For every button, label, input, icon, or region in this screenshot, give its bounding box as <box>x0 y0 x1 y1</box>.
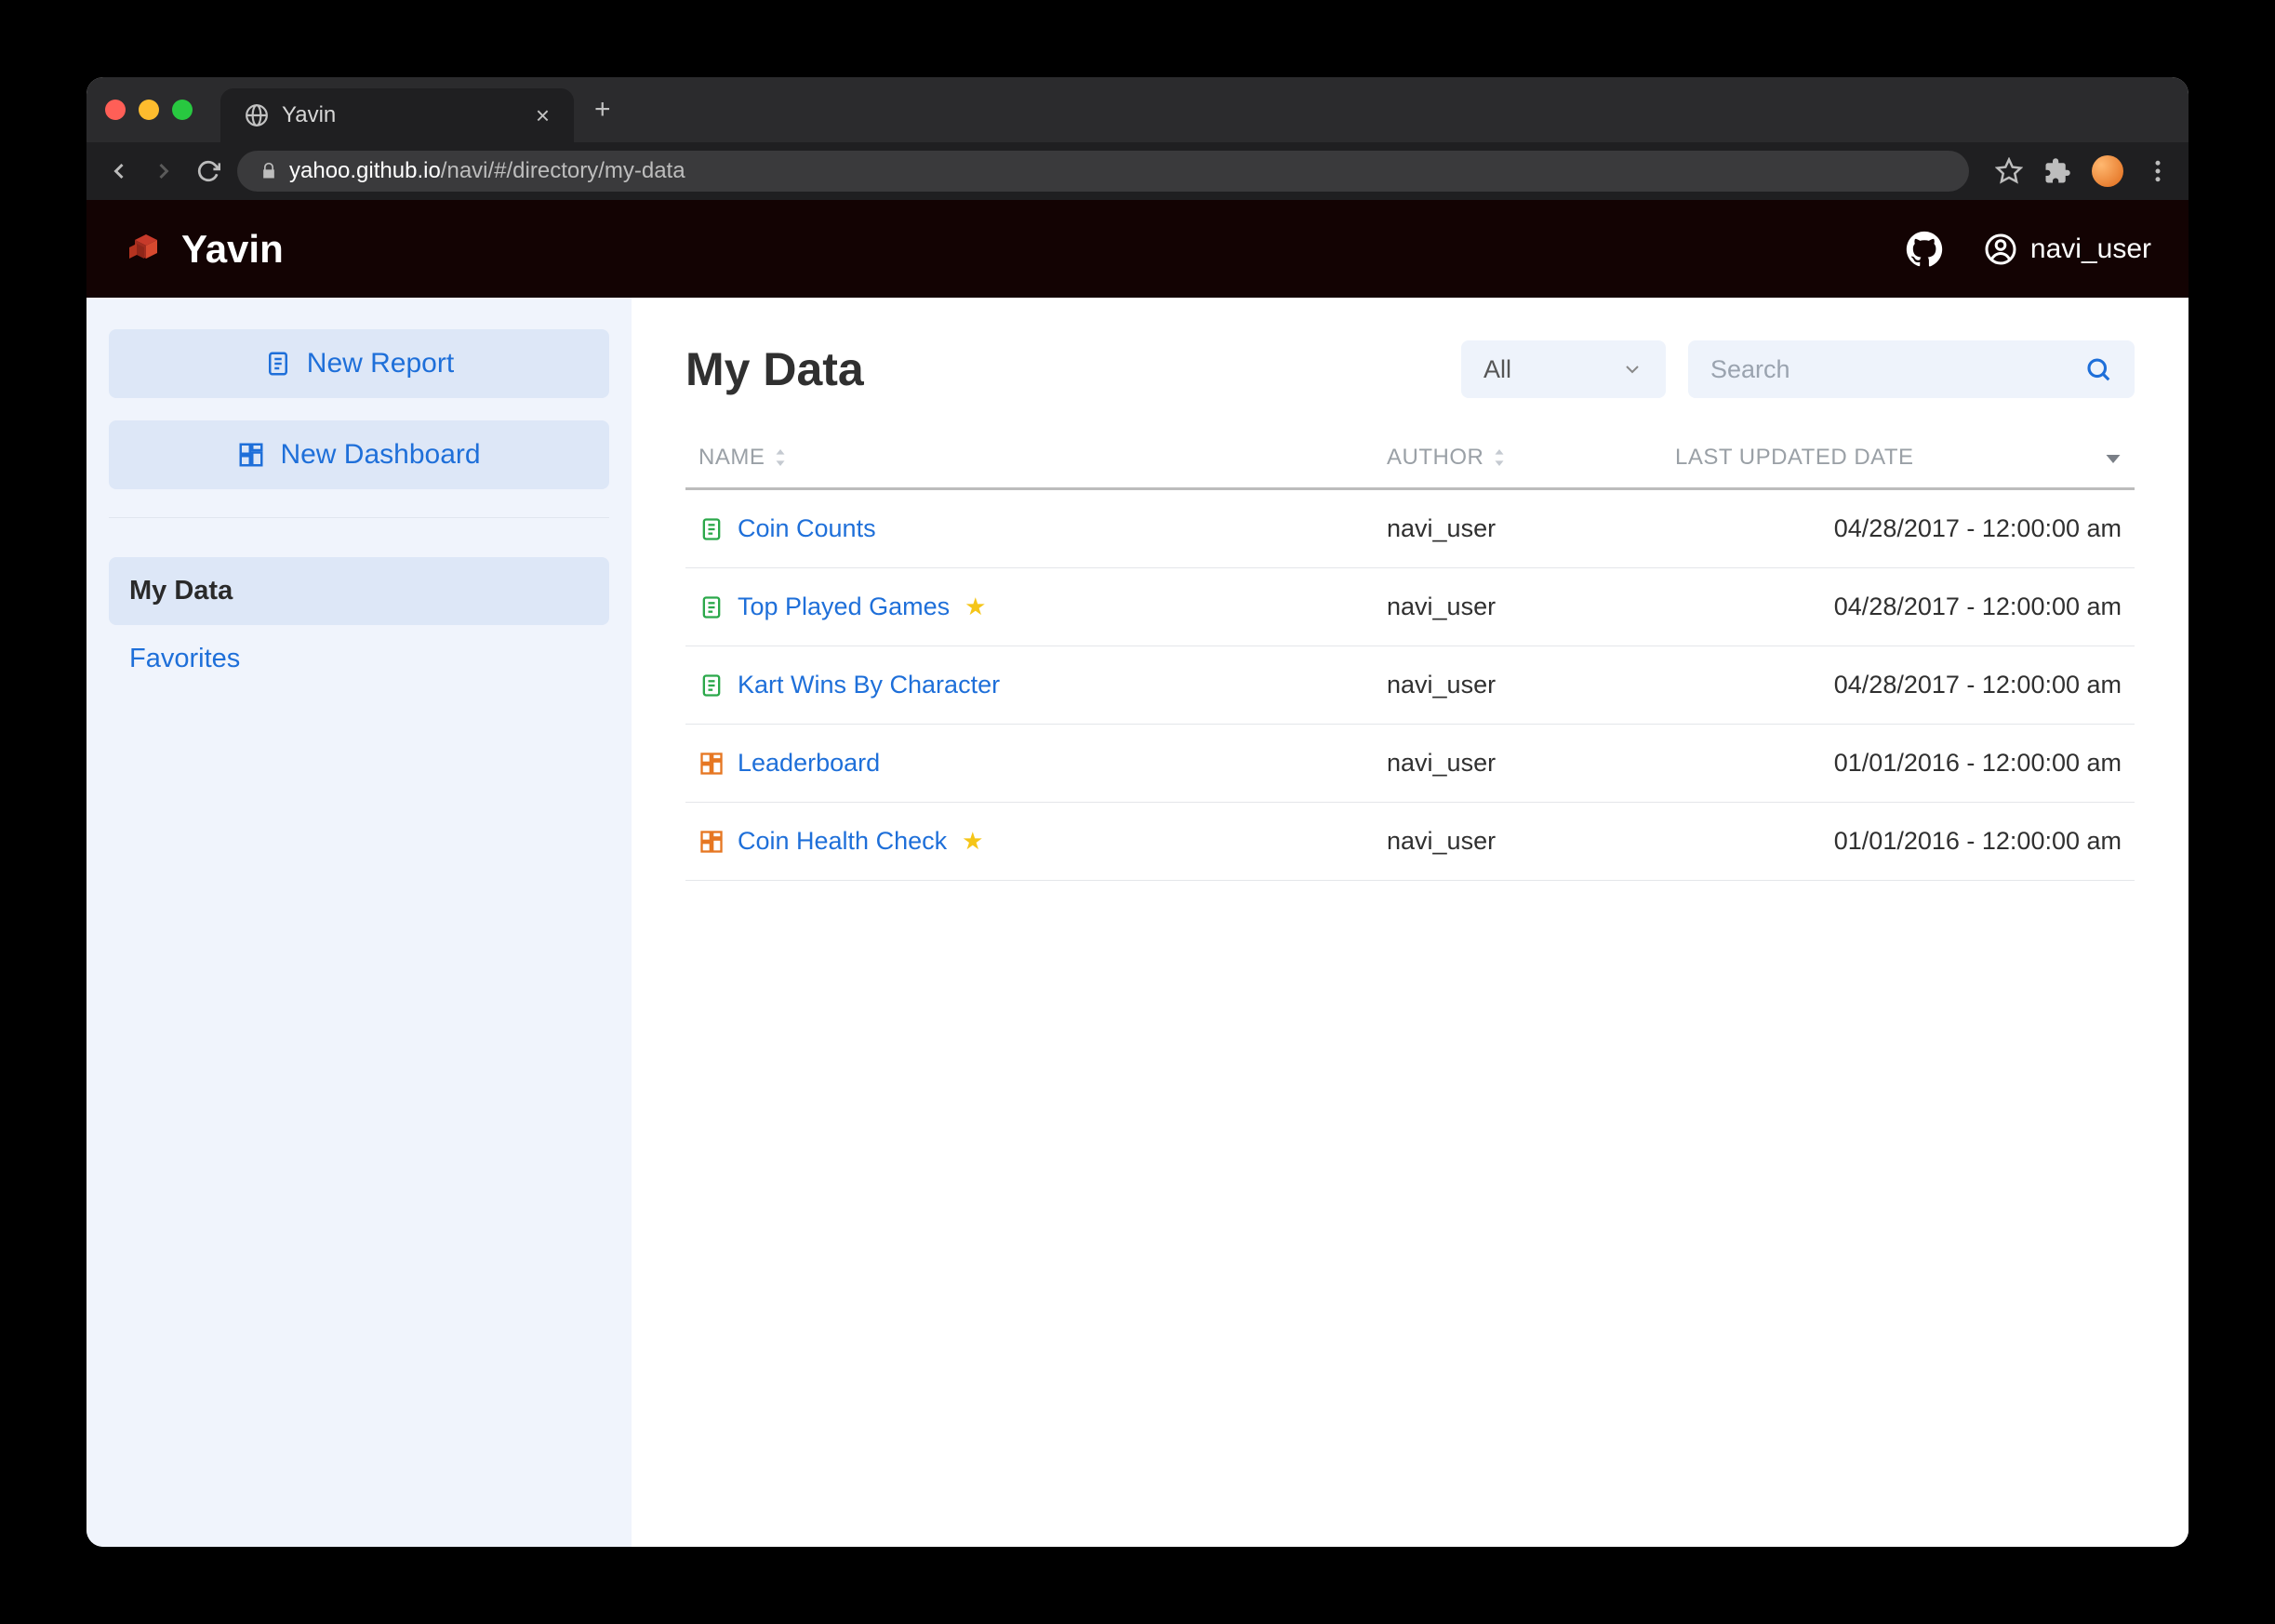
cell-name: Top Played Games ★ <box>698 592 1387 621</box>
table-row: Top Played Games ★ navi_user04/28/2017 - 1… <box>685 568 2135 646</box>
table-header: NAME AUTHOR LAST UPDATED DATE <box>685 445 2135 490</box>
favorite-star-icon: ★ <box>965 592 986 621</box>
browser-tab[interactable]: Yavin × <box>220 88 574 142</box>
forward-button[interactable] <box>148 155 180 187</box>
url-field[interactable]: yahoo.github.io/navi/#/directory/my-data <box>237 151 1969 192</box>
cell-name: Leaderboard <box>698 749 1387 778</box>
reload-button[interactable] <box>193 155 224 187</box>
report-icon <box>698 672 725 699</box>
window-controls <box>105 100 193 120</box>
dashboard-icon <box>698 829 725 855</box>
table-row: Coin Health Check ★ navi_user01/01/2016 - … <box>685 803 2135 881</box>
app-header: Yavin navi_user <box>86 200 2189 298</box>
search-icon <box>2084 355 2112 383</box>
kebab-menu-icon[interactable] <box>2144 157 2172 185</box>
cell-updated: 01/01/2016 - 12:00:00 am <box>1675 827 2122 856</box>
col-updated[interactable]: LAST UPDATED DATE <box>1675 445 2122 471</box>
cell-author: navi_user <box>1387 671 1675 699</box>
cell-author: navi_user <box>1387 514 1675 543</box>
item-link[interactable]: Kart Wins By Character <box>738 671 1000 699</box>
new-tab-button[interactable]: + <box>594 94 611 126</box>
sort-icon <box>1491 449 1508 466</box>
cell-name: Coin Counts <box>698 514 1387 543</box>
favorite-star-icon: ★ <box>962 827 983 856</box>
sidebar: New Report New Dashboard My DataFavorite… <box>86 298 632 1547</box>
titlebar: Yavin × + <box>86 77 2189 142</box>
cell-name: Kart Wins By Character <box>698 671 1387 699</box>
close-tab-icon[interactable]: × <box>536 101 550 130</box>
dashboard-icon <box>698 751 725 777</box>
cell-updated: 04/28/2017 - 12:00:00 am <box>1675 592 2122 621</box>
user-menu[interactable]: navi_user <box>1984 233 2151 266</box>
brand[interactable]: Yavin <box>124 227 284 272</box>
maximize-window-button[interactable] <box>172 100 193 120</box>
address-bar: yahoo.github.io/navi/#/directory/my-data <box>86 142 2189 200</box>
search-input[interactable] <box>1710 355 2071 384</box>
github-icon[interactable] <box>1906 231 1943 268</box>
url-path: /navi/#/directory/my-data <box>441 158 685 183</box>
extensions-icon[interactable] <box>2043 157 2071 185</box>
bookmark-star-icon[interactable] <box>1995 157 2023 185</box>
dashboard-icon <box>237 441 265 469</box>
tab-title: Yavin <box>282 102 336 128</box>
table-row: Coin Counts navi_user04/28/2017 - 12:00:0… <box>685 490 2135 568</box>
main-content: My Data All NAME AUTHOR <box>632 298 2189 1547</box>
sort-icon <box>772 449 789 466</box>
globe-icon <box>245 103 269 127</box>
table-row: Kart Wins By Character navi_user04/28/201… <box>685 646 2135 725</box>
cell-author: navi_user <box>1387 592 1675 621</box>
url-domain: yahoo.github.io <box>289 158 441 183</box>
lock-icon <box>259 162 278 180</box>
user-icon <box>1984 233 2017 266</box>
brand-name: Yavin <box>181 227 284 272</box>
cell-updated: 04/28/2017 - 12:00:00 am <box>1675 514 2122 543</box>
new-report-label: New Report <box>307 348 454 379</box>
report-icon <box>698 516 725 542</box>
item-link[interactable]: Coin Health Check <box>738 827 947 856</box>
close-window-button[interactable] <box>105 100 126 120</box>
profile-avatar-icon[interactable] <box>2092 155 2123 187</box>
sidebar-nav-item[interactable]: My Data <box>109 557 609 625</box>
item-link[interactable]: Coin Counts <box>738 514 876 543</box>
chevron-down-icon <box>1621 358 1643 380</box>
report-icon <box>264 350 292 378</box>
back-button[interactable] <box>103 155 135 187</box>
item-link[interactable]: Top Played Games <box>738 592 950 621</box>
cell-updated: 04/28/2017 - 12:00:00 am <box>1675 671 2122 699</box>
cell-author: navi_user <box>1387 749 1675 778</box>
cell-author: navi_user <box>1387 827 1675 856</box>
col-name[interactable]: NAME <box>698 445 1387 471</box>
sort-desc-icon <box>2105 449 2122 466</box>
item-link[interactable]: Leaderboard <box>738 749 880 778</box>
filter-value: All <box>1483 355 1511 384</box>
page-title: My Data <box>685 342 1439 396</box>
new-dashboard-button[interactable]: New Dashboard <box>109 420 609 489</box>
new-dashboard-label: New Dashboard <box>280 439 480 471</box>
minimize-window-button[interactable] <box>139 100 159 120</box>
table-row: Leaderboard navi_user01/01/2016 - 12:00:0… <box>685 725 2135 803</box>
sidebar-divider <box>109 517 609 518</box>
filter-dropdown[interactable]: All <box>1461 340 1666 398</box>
data-table: NAME AUTHOR LAST UPDATED DATE Coin Count… <box>685 445 2135 881</box>
cell-name: Coin Health Check ★ <box>698 827 1387 856</box>
sidebar-nav-item[interactable]: Favorites <box>109 625 609 693</box>
report-icon <box>698 594 725 620</box>
username: navi_user <box>2030 233 2151 265</box>
new-report-button[interactable]: New Report <box>109 329 609 398</box>
col-author[interactable]: AUTHOR <box>1387 445 1675 471</box>
search-box[interactable] <box>1688 340 2135 398</box>
brand-logo-icon <box>124 227 168 272</box>
cell-updated: 01/01/2016 - 12:00:00 am <box>1675 749 2122 778</box>
browser-window: Yavin × + yahoo.github.io/navi/#/directo… <box>86 77 2189 1547</box>
